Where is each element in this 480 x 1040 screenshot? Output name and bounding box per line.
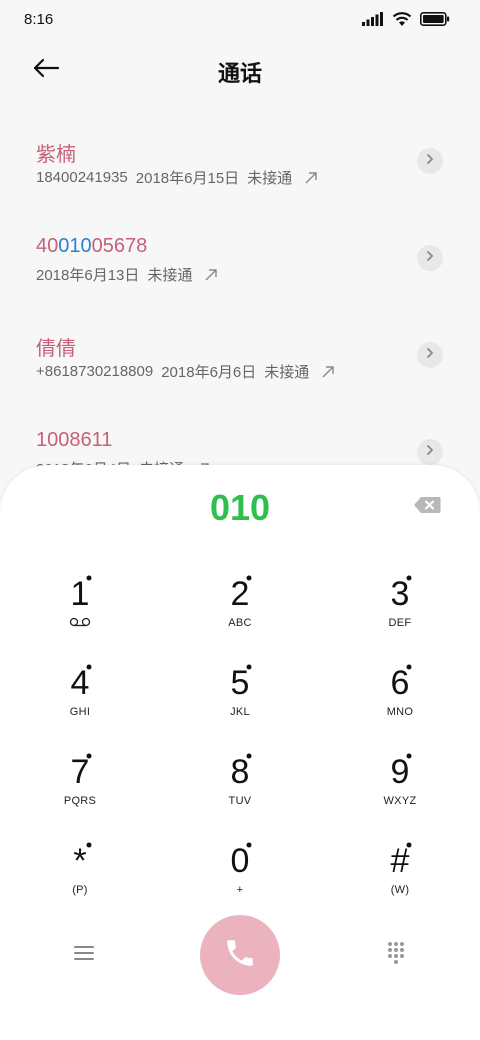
key-digit: 2 xyxy=(230,575,250,613)
key-letters: ABC xyxy=(228,617,252,629)
phone-icon xyxy=(223,936,257,975)
contact-name: 倩倩 xyxy=(36,338,76,360)
key-letters: JKL xyxy=(230,706,250,718)
call-item[interactable]: 倩倩 +8618730218809 2018年6月6日 未接通 xyxy=(0,314,480,404)
keypad-toggle-button[interactable] xyxy=(378,939,414,971)
call-number: +8618730218809 xyxy=(36,363,154,380)
key-digit: 6 xyxy=(390,664,410,702)
key-letters: MNO xyxy=(386,706,414,718)
key-2[interactable]: 2 ABC xyxy=(190,575,290,655)
detail-button[interactable] xyxy=(417,148,443,174)
heart-dot-icon xyxy=(246,842,252,848)
call-date: 2018年6月6日 xyxy=(161,364,257,381)
battery-icon xyxy=(420,11,450,31)
key-0[interactable]: 0 + xyxy=(190,842,290,922)
heart-dot-icon xyxy=(406,664,412,670)
key-digit: * xyxy=(73,842,87,880)
key-1[interactable]: 1 xyxy=(30,575,130,655)
key-digit: 5 xyxy=(230,664,250,702)
outgoing-call-icon xyxy=(304,171,318,185)
name-suffix: 05678 xyxy=(91,235,148,257)
key-letters: PQRS xyxy=(63,795,97,807)
key-letters: + xyxy=(236,884,244,896)
wifi-icon xyxy=(392,11,412,32)
name-prefix: 40 xyxy=(36,235,59,257)
key-letters: (W) xyxy=(390,884,410,896)
contact-name: 紫楠 xyxy=(36,144,76,166)
page-title: 通话 xyxy=(217,61,262,86)
chevron-right-icon xyxy=(425,249,435,267)
key-7[interactable]: 7 PQRS xyxy=(30,753,130,833)
status-icons xyxy=(362,11,450,32)
name-highlight: 010 xyxy=(58,235,92,257)
call-status: 未接通 xyxy=(247,170,293,187)
bottom-action-bar xyxy=(0,915,480,995)
heart-dot-icon xyxy=(246,664,252,670)
heart-dot-icon xyxy=(406,575,412,581)
menu-icon xyxy=(74,945,94,966)
key-5[interactable]: 5 JKL xyxy=(190,664,290,744)
backspace-icon xyxy=(413,496,441,519)
key-digit: 0 xyxy=(230,842,250,880)
heart-dot-icon xyxy=(406,842,412,848)
key-4[interactable]: 4 GHI xyxy=(30,664,130,744)
call-button[interactable] xyxy=(200,915,280,995)
detail-button[interactable] xyxy=(417,439,443,465)
key-digit: 7 xyxy=(70,753,90,791)
outgoing-call-icon xyxy=(204,268,218,282)
voicemail-icon xyxy=(30,617,130,630)
heart-dot-icon xyxy=(86,664,92,670)
signal-icon xyxy=(362,11,384,31)
call-number: 18400241935 xyxy=(36,169,128,186)
heart-dot-icon xyxy=(246,575,252,581)
chevron-right-icon xyxy=(425,346,435,364)
delete-button[interactable] xyxy=(412,496,442,519)
status-time: 8:16 xyxy=(24,11,54,28)
key-letters: GHI xyxy=(69,706,91,718)
key-letters: TUV xyxy=(228,795,252,807)
call-date: 2018年6月13日 xyxy=(36,267,140,284)
key-letters: (P) xyxy=(72,884,88,896)
key-digit: 4 xyxy=(70,664,90,702)
heart-dot-icon xyxy=(406,753,412,759)
heart-dot-icon xyxy=(86,575,92,581)
heart-dot-icon xyxy=(86,753,92,759)
key-9[interactable]: 9 WXYZ xyxy=(350,753,450,833)
key-letters: WXYZ xyxy=(383,795,417,807)
chevron-right-icon xyxy=(425,152,435,170)
detail-button[interactable] xyxy=(417,342,443,368)
key-8[interactable]: 8 TUV xyxy=(190,753,290,833)
chevron-right-icon xyxy=(425,443,435,461)
dialed-number: 010 xyxy=(209,487,271,528)
heart-dot-icon xyxy=(246,753,252,759)
contact-name: 4001005678 xyxy=(36,235,147,258)
heart-dot-icon xyxy=(86,842,92,848)
key-3[interactable]: 3 DEF xyxy=(350,575,450,655)
call-detail: 18400241935 2018年6月15日 未接通 xyxy=(36,167,326,188)
contact-name: 1008611 xyxy=(36,429,113,451)
detail-button[interactable] xyxy=(417,245,443,271)
key-hash[interactable]: # (W) xyxy=(350,842,450,922)
key-digit: 9 xyxy=(390,753,410,791)
key-letters: DEF xyxy=(388,617,412,629)
menu-button[interactable] xyxy=(66,939,102,971)
call-detail: 2018年6月13日 未接通 xyxy=(36,264,226,285)
key-digit: 8 xyxy=(230,753,250,791)
status-bar: 8:16 xyxy=(0,0,480,42)
key-digit: 3 xyxy=(390,575,410,613)
outgoing-call-icon xyxy=(321,365,335,379)
call-item[interactable]: 紫楠 18400241935 2018年6月15日 未接通 xyxy=(0,120,480,210)
call-status: 未接通 xyxy=(264,364,310,381)
key-digit: 1 xyxy=(70,575,90,613)
call-date: 2018年6月15日 xyxy=(135,170,240,187)
header: 通话 xyxy=(0,48,480,92)
call-status: 未接通 xyxy=(147,267,193,284)
call-detail: +8618730218809 2018年6月6日 未接通 xyxy=(36,361,343,382)
call-item[interactable]: 4001005678 2018年6月13日 未接通 xyxy=(0,217,480,307)
key-6[interactable]: 6 MNO xyxy=(350,664,450,744)
key-star[interactable]: * (P) xyxy=(30,842,130,922)
keypad-icon xyxy=(386,941,406,970)
key-digit: # xyxy=(390,842,410,880)
